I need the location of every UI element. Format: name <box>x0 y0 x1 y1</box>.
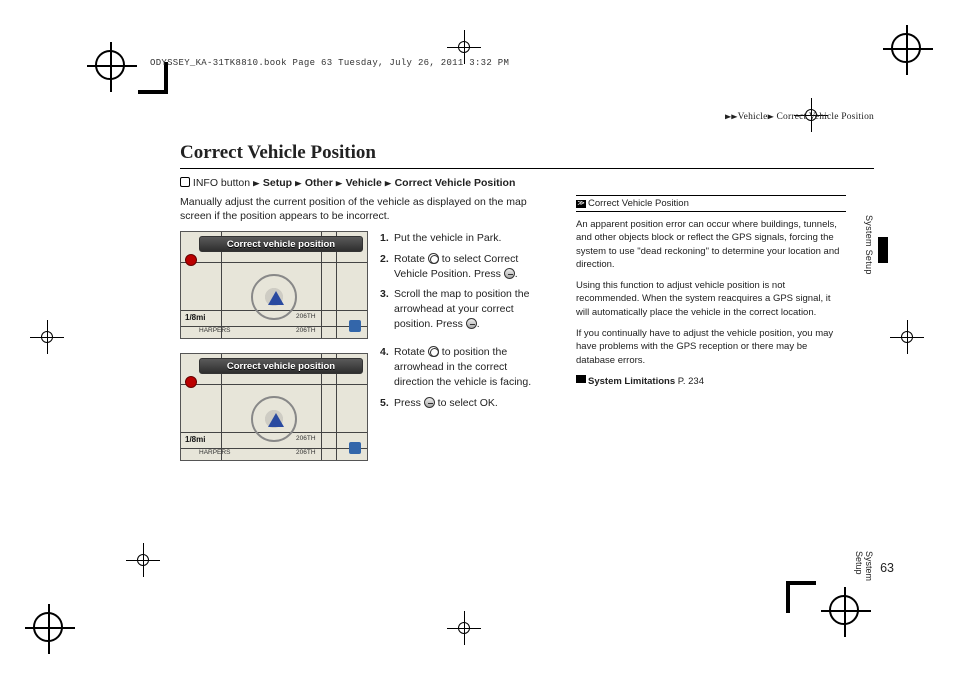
road-label: HARPERS <box>199 327 230 334</box>
enter-button-icon <box>504 268 515 279</box>
enter-button-icon <box>466 318 477 329</box>
crosshair-mark <box>126 543 160 577</box>
map-screenshot-2: Correct vehicle position 1/8mi HARPERS 2… <box>180 353 368 461</box>
screenshot-banner: Correct vehicle position <box>199 358 363 374</box>
step-item: 1. Put the vehicle in Park. <box>380 231 545 246</box>
triangle-icon: ▶ <box>295 179 302 188</box>
section-tab-lower: System Setup <box>854 551 874 581</box>
nav-path: INFO button ▶ Setup ▶ Other ▶ Vehicle ▶ … <box>180 177 874 189</box>
step-item: 4. Rotate to position the arrowhead in t… <box>380 345 545 389</box>
info-button-icon <box>180 177 190 187</box>
steps-block-b: 4. Rotate to position the arrowhead in t… <box>380 345 545 410</box>
registration-mark-br <box>824 590 864 630</box>
info-glyph-icon: ≫ <box>576 200 586 208</box>
steps-block-a: 1. Put the vehicle in Park. 2. Rotate to… <box>380 231 545 331</box>
map-scale: 1/8mi <box>185 313 205 322</box>
section-tab: System Setup <box>864 215 874 275</box>
triangle-icon: ▶ <box>768 113 774 120</box>
registration-mark-tr <box>886 28 926 68</box>
rotary-knob-icon <box>428 346 439 357</box>
xref-icon <box>576 375 586 383</box>
crop-mark <box>786 581 790 613</box>
crosshair-mark <box>447 611 481 645</box>
triangle-icon: ▶ <box>336 179 343 188</box>
crop-mark <box>786 581 816 585</box>
sidebar-paragraph: Using this function to adjust vehicle po… <box>576 279 846 319</box>
road-label: 206TH <box>296 327 316 334</box>
sidebar: ≫Correct Vehicle Position An apparent po… <box>576 195 846 475</box>
tab-marker-icon <box>878 237 888 263</box>
road-label: 206TH <box>296 449 316 456</box>
map-scale: 1/8mi <box>185 435 205 444</box>
road-label: 206TH <box>296 435 316 442</box>
sidebar-paragraph: An apparent position error can occur whe… <box>576 218 846 271</box>
page-number: 63 <box>880 561 894 575</box>
triangle-icon: ▶ <box>253 179 260 188</box>
page-title: Correct Vehicle Position <box>180 142 874 164</box>
enter-button-icon <box>424 397 435 408</box>
divider <box>180 168 874 169</box>
registration-mark-bl <box>28 607 68 647</box>
poi-icon <box>349 442 361 454</box>
step-item: 5. Press to select OK. <box>380 396 545 411</box>
triangle-icon: ▶▶ <box>725 113 738 120</box>
breadcrumb: ▶▶Vehicle▶ Correct Vehicle Position <box>725 112 874 122</box>
intro-text: Manually adjust the current position of … <box>180 195 560 223</box>
triangle-icon: ▶ <box>385 179 392 188</box>
crosshair-mark <box>30 320 64 354</box>
sidebar-title: ≫Correct Vehicle Position <box>576 195 846 212</box>
map-screenshot-1: Correct vehicle position 1/8mi HARPERS 2… <box>180 231 368 339</box>
rotary-knob-icon <box>428 253 439 264</box>
road-label: 206TH <box>296 313 316 320</box>
file-header: ODYSSEY_KA-31TK8810.book Page 63 Tuesday… <box>150 58 509 68</box>
cross-reference: System Limitations P. 234 <box>576 375 846 388</box>
road-label: HARPERS <box>199 449 230 456</box>
crosshair-mark <box>890 320 924 354</box>
screenshot-banner: Correct vehicle position <box>199 236 363 252</box>
step-item: 3. Scroll the map to position the arrowh… <box>380 287 545 331</box>
sidebar-paragraph: If you continually have to adjust the ve… <box>576 327 846 367</box>
poi-icon <box>349 320 361 332</box>
registration-mark-tl <box>90 45 130 85</box>
step-item: 2. Rotate to select Correct Vehicle Posi… <box>380 252 545 281</box>
